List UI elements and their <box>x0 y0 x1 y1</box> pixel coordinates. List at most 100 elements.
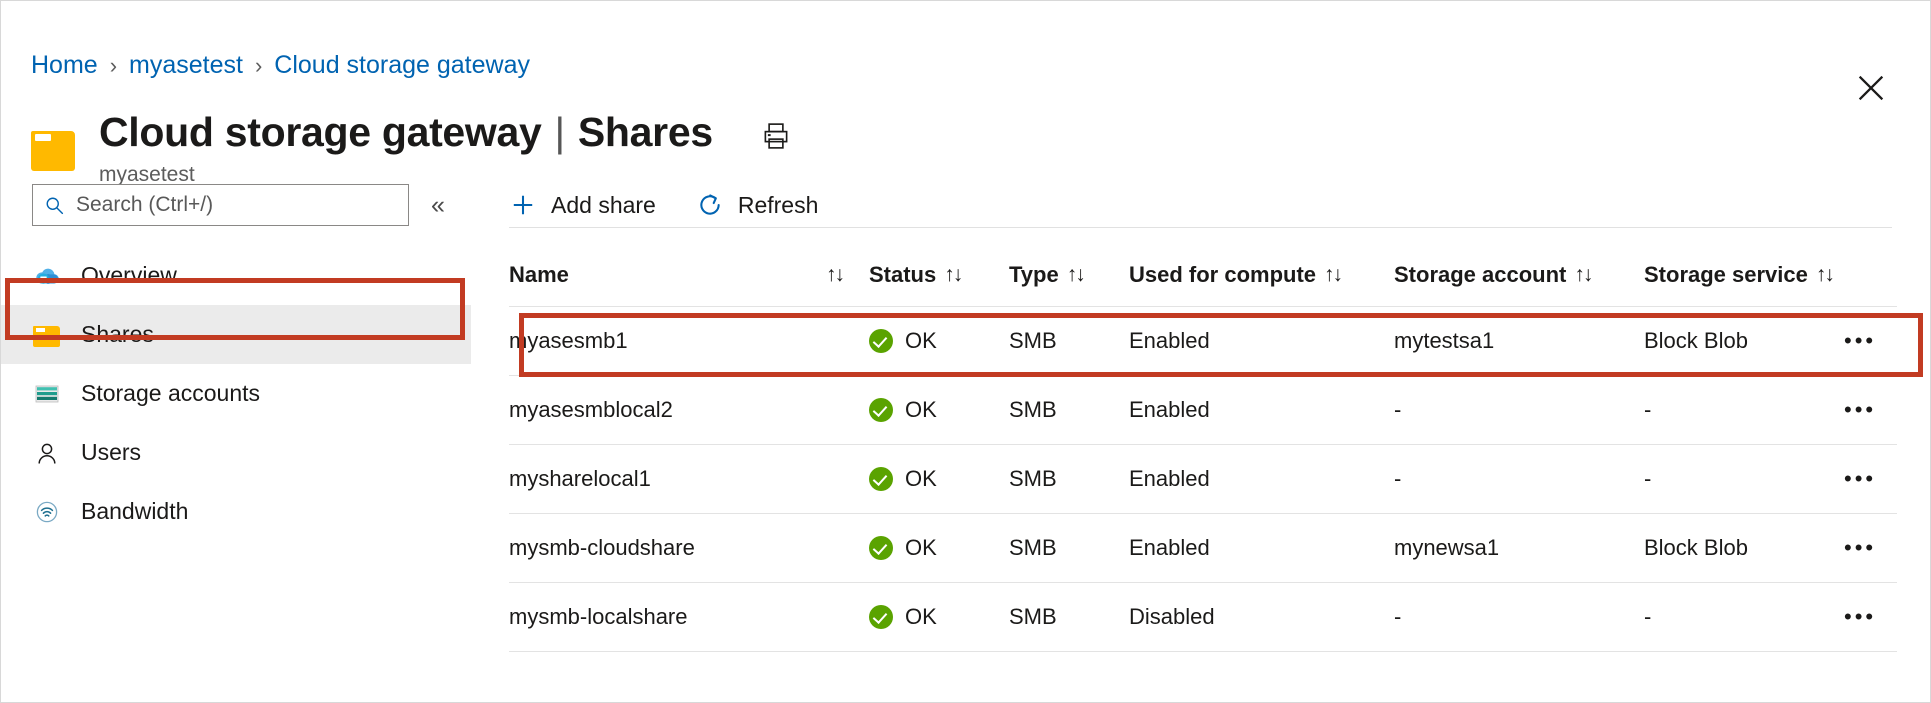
cell-type: SMB <box>1009 583 1129 652</box>
cell-used-for-compute: Enabled <box>1129 514 1394 583</box>
breadcrumb-item-home[interactable]: Home <box>31 53 98 78</box>
sort-icon[interactable]: ↑↓ <box>1574 263 1591 287</box>
sidebar-item-storage-accounts[interactable]: Storage accounts <box>1 364 471 423</box>
column-header-used-for-compute[interactable]: Used for compute ↑↓ <box>1129 246 1394 307</box>
refresh-label: Refresh <box>738 192 819 219</box>
breadcrumb: Home › myasetest › Cloud storage gateway <box>31 53 530 78</box>
page-title-separator: | <box>555 109 565 156</box>
cell-storage-account: - <box>1394 583 1644 652</box>
sidebar-item-label: Overview <box>81 262 177 289</box>
sidebar-item-overview[interactable]: Overview <box>1 246 471 305</box>
column-header-more <box>1844 246 1897 307</box>
cell-name: mysmb-cloudshare <box>509 514 869 583</box>
row-more-menu-icon[interactable]: ••• <box>1844 445 1897 514</box>
cell-type: SMB <box>1009 376 1129 445</box>
sidebar-item-label: Storage accounts <box>81 380 260 407</box>
table-header-row: Name ↑↓ Status ↑↓ Type <box>509 246 1897 307</box>
refresh-icon <box>696 191 724 219</box>
breadcrumb-separator: › <box>255 55 262 77</box>
sidebar-nav-list: Overview Shares <box>1 246 471 541</box>
column-header-status[interactable]: Status ↑↓ <box>869 246 1009 307</box>
sort-icon[interactable]: ↑↓ <box>1324 263 1341 287</box>
status-ok-icon <box>869 467 893 491</box>
print-icon[interactable] <box>761 121 791 151</box>
sort-icon[interactable]: ↑↓ <box>1816 263 1833 287</box>
sidebar-item-users[interactable]: Users <box>1 423 471 482</box>
sidebar: « Overview <box>1 171 471 703</box>
table-row[interactable]: mysharelocal1 OK SMB Enabled - - ••• <box>509 445 1897 514</box>
row-more-menu-icon[interactable]: ••• <box>1844 514 1897 583</box>
chevron-double-left-icon[interactable]: « <box>431 193 445 218</box>
cell-status: OK <box>869 583 1009 652</box>
status-ok-icon <box>869 605 893 629</box>
cell-storage-service: Block Blob <box>1644 514 1844 583</box>
cell-name: myasesmb1 <box>509 307 869 376</box>
cell-used-for-compute: Enabled <box>1129 376 1394 445</box>
bandwidth-icon <box>32 497 62 527</box>
cell-storage-service: Block Blob <box>1644 307 1844 376</box>
status-ok-icon <box>869 329 893 353</box>
search-icon <box>44 195 65 216</box>
column-header-label: Status <box>869 262 936 288</box>
search-input-wrapper[interactable] <box>32 184 409 226</box>
status-ok-icon <box>869 398 893 422</box>
refresh-button[interactable]: Refresh <box>696 191 819 219</box>
page-title-resource: Cloud storage gateway <box>99 109 542 156</box>
cell-storage-service: - <box>1644 376 1844 445</box>
sort-icon[interactable]: ↑↓ <box>826 263 843 287</box>
sidebar-item-bandwidth[interactable]: Bandwidth <box>1 482 471 541</box>
page-title-blade: Shares <box>578 109 713 156</box>
breadcrumb-item-myasetest[interactable]: myasetest <box>129 53 243 78</box>
column-header-label: Name <box>509 262 569 288</box>
status-label: OK <box>905 397 937 423</box>
column-header-label: Used for compute <box>1129 262 1316 288</box>
cell-name: mysharelocal1 <box>509 445 869 514</box>
cell-storage-account: mytestsa1 <box>1394 307 1644 376</box>
add-share-label: Add share <box>551 192 656 219</box>
cell-used-for-compute: Enabled <box>1129 445 1394 514</box>
search-input[interactable] <box>74 192 397 218</box>
table-row[interactable]: myasesmblocal2 OK SMB Enabled - - ••• <box>509 376 1897 445</box>
cell-status: OK <box>869 307 1009 376</box>
cell-status: OK <box>869 445 1009 514</box>
cell-storage-account: mynewsa1 <box>1394 514 1644 583</box>
sidebar-item-label: Users <box>81 439 141 466</box>
table-row[interactable]: mysmb-localshare OK SMB Disabled - - ••• <box>509 583 1897 652</box>
row-more-menu-icon[interactable]: ••• <box>1844 376 1897 445</box>
folder-icon <box>32 320 62 350</box>
column-header-storage-account[interactable]: Storage account ↑↓ <box>1394 246 1644 307</box>
sidebar-item-shares[interactable]: Shares <box>1 305 471 364</box>
sort-icon[interactable]: ↑↓ <box>944 263 961 287</box>
column-header-type[interactable]: Type ↑↓ <box>1009 246 1129 307</box>
cell-status: OK <box>869 376 1009 445</box>
column-header-label: Type <box>1009 262 1059 288</box>
column-header-storage-service[interactable]: Storage service ↑↓ <box>1644 246 1844 307</box>
sidebar-item-label: Shares <box>81 321 154 348</box>
plus-icon <box>509 191 537 219</box>
cell-name: myasesmblocal2 <box>509 376 869 445</box>
cell-type: SMB <box>1009 307 1129 376</box>
folder-icon <box>29 123 77 171</box>
table-row[interactable]: mysmb-cloudshare OK SMB Enabled mynewsa1… <box>509 514 1897 583</box>
row-more-menu-icon[interactable]: ••• <box>1844 583 1897 652</box>
cell-status: OK <box>869 514 1009 583</box>
sidebar-search-row: « <box>32 184 445 226</box>
column-header-label: Storage account <box>1394 262 1566 288</box>
cell-type: SMB <box>1009 445 1129 514</box>
status-label: OK <box>905 535 937 561</box>
table-row[interactable]: myasesmb1 OK SMB Enabled mytestsa1 Block… <box>509 307 1897 376</box>
shares-table: Name ↑↓ Status ↑↓ Type <box>509 246 1897 652</box>
cell-storage-service: - <box>1644 583 1844 652</box>
user-icon <box>32 438 62 468</box>
breadcrumb-item-cloud-storage-gateway[interactable]: Cloud storage gateway <box>274 53 530 78</box>
add-share-button[interactable]: Add share <box>509 191 656 219</box>
column-header-name[interactable]: Name ↑↓ <box>509 246 869 307</box>
status-label: OK <box>905 604 937 630</box>
close-icon[interactable] <box>1854 71 1888 105</box>
sort-icon[interactable]: ↑↓ <box>1067 263 1084 287</box>
command-bar-divider <box>509 227 1892 228</box>
row-more-menu-icon[interactable]: ••• <box>1844 307 1897 376</box>
cell-type: SMB <box>1009 514 1129 583</box>
sidebar-item-label: Bandwidth <box>81 498 188 525</box>
cell-storage-account: - <box>1394 445 1644 514</box>
